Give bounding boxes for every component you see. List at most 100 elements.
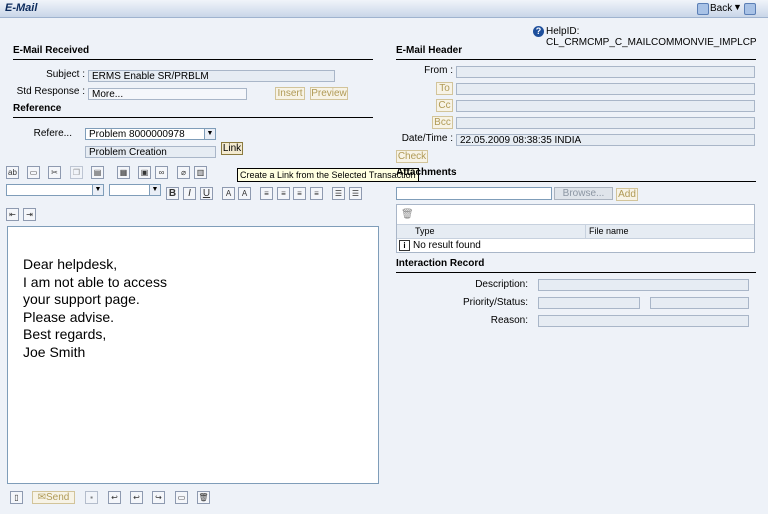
from-label: From : bbox=[424, 65, 453, 76]
align-left-icon[interactable]: ≡ bbox=[260, 187, 273, 200]
column-divider bbox=[585, 225, 586, 238]
cut-icon[interactable]: ✂ bbox=[48, 166, 61, 179]
window-titlebar bbox=[0, 0, 768, 18]
align-center-icon[interactable]: ≡ bbox=[277, 187, 290, 200]
check-button[interactable]: Check bbox=[396, 150, 428, 163]
chevron-down-icon[interactable]: ▼ bbox=[733, 2, 742, 12]
insert-button[interactable]: Insert bbox=[275, 87, 305, 100]
numbered-list-icon[interactable]: ☰ bbox=[332, 187, 345, 200]
column-header-file-name[interactable]: File name bbox=[589, 226, 629, 236]
description-label: Description: bbox=[475, 279, 528, 290]
bcc-field[interactable] bbox=[456, 117, 755, 129]
subject-field[interactable]: ERMS Enable SR/PRBLM bbox=[88, 70, 335, 82]
copy-icon[interactable]: ❐ bbox=[70, 166, 83, 179]
from-field[interactable] bbox=[456, 66, 755, 78]
indent-icon[interactable]: ⇥ bbox=[23, 208, 36, 221]
spell-check-icon[interactable]: ab bbox=[6, 166, 19, 179]
reply-icon[interactable]: ↩ bbox=[108, 491, 121, 504]
interaction-record-title: Interaction Record bbox=[396, 258, 485, 269]
chevron-down-icon[interactable]: ▼ bbox=[149, 185, 160, 195]
create-link-tooltip: Create a Link from the Selected Transact… bbox=[237, 168, 419, 182]
hyperlink-icon[interactable]: ∞ bbox=[155, 166, 168, 179]
section-divider bbox=[13, 117, 373, 118]
attachments-table-header: Type File name bbox=[397, 224, 754, 239]
section-divider bbox=[396, 59, 756, 60]
std-response-value: More... bbox=[92, 89, 124, 100]
email-received-title: E-Mail Received bbox=[13, 45, 90, 56]
info-icon: i bbox=[399, 240, 410, 251]
body-line: Best regards, bbox=[23, 326, 107, 342]
attachment-file-input[interactable] bbox=[396, 187, 552, 200]
reference-title: Reference bbox=[13, 103, 62, 114]
datetime-field: 22.05.2009 08:38:35 INDIA bbox=[456, 134, 755, 146]
bold-icon[interactable]: B bbox=[166, 187, 179, 200]
chevron-down-icon[interactable]: ▼ bbox=[92, 185, 103, 195]
chevron-down-icon[interactable]: ▼ bbox=[204, 129, 215, 139]
cc-button[interactable]: Cc bbox=[436, 99, 453, 112]
status-select[interactable] bbox=[650, 297, 749, 309]
highlight-color-icon[interactable]: A bbox=[238, 187, 251, 200]
delete-icon[interactable]: 🗑 bbox=[401, 209, 414, 220]
body-line: I am not able to access bbox=[23, 273, 167, 290]
reference-description-field: Problem Creation bbox=[85, 146, 216, 158]
section-divider bbox=[13, 59, 373, 60]
paste-icon[interactable]: ▤ bbox=[91, 166, 104, 179]
italic-icon[interactable]: I bbox=[183, 187, 196, 200]
body-line: Please advise. bbox=[23, 308, 115, 325]
font-color-icon[interactable]: A bbox=[222, 187, 235, 200]
preview-button[interactable]: Preview bbox=[310, 87, 348, 100]
send-label: Send bbox=[46, 492, 70, 503]
justify-icon[interactable]: ≡ bbox=[310, 187, 323, 200]
insert-image-icon[interactable]: ▣ bbox=[138, 166, 151, 179]
print-icon[interactable]: ▭ bbox=[175, 491, 188, 504]
reason-select[interactable] bbox=[538, 315, 749, 327]
window-title: E-Mail bbox=[5, 2, 38, 14]
delete-icon[interactable]: 🗑 bbox=[197, 491, 210, 504]
back-button[interactable]: Back bbox=[710, 3, 732, 14]
forward-icon[interactable]: ↪ bbox=[152, 491, 165, 504]
description-field[interactable] bbox=[538, 279, 749, 291]
underline-icon[interactable]: U bbox=[200, 187, 213, 200]
body-line: Joe Smith bbox=[23, 343, 86, 360]
to-button[interactable]: To bbox=[436, 82, 453, 95]
column-header-type[interactable]: Type bbox=[415, 226, 435, 236]
font-family-select[interactable]: ▼ bbox=[6, 184, 104, 196]
attachments-table: 🗑 Type File name i No result found bbox=[396, 204, 755, 253]
new-email-icon[interactable]: ▯ bbox=[10, 491, 23, 504]
email-body-editor[interactable]: Dear helpdesk, I am not able to access y… bbox=[7, 226, 379, 484]
print-icon[interactable]: ▭ bbox=[27, 166, 40, 179]
insert-text-icon[interactable]: ▦ bbox=[117, 166, 130, 179]
help-id-text: HelpID: CL_CRMCMP_C_MAILCOMMONVIE_IMPLCP bbox=[546, 26, 757, 48]
std-response-field[interactable]: More... bbox=[88, 88, 247, 100]
body-line: your support page. bbox=[23, 291, 140, 307]
window-menu-icon[interactable] bbox=[744, 3, 756, 15]
bullet-list-icon[interactable]: ☰ bbox=[349, 187, 362, 200]
bcc-button[interactable]: Bcc bbox=[432, 116, 453, 129]
save-icon[interactable]: ▪ bbox=[85, 491, 98, 504]
cc-field[interactable] bbox=[456, 100, 755, 112]
email-header-title: E-Mail Header bbox=[396, 45, 463, 56]
section-divider bbox=[396, 272, 756, 273]
attachment-icon[interactable]: ⌀ bbox=[177, 166, 190, 179]
font-size-select[interactable]: ▼ bbox=[109, 184, 161, 196]
send-icon: ✉ bbox=[37, 492, 47, 503]
browse-button[interactable]: Browse... bbox=[554, 187, 613, 200]
help-icon[interactable]: ? bbox=[533, 26, 544, 37]
link-button[interactable]: Link bbox=[221, 142, 243, 155]
align-right-icon[interactable]: ≡ bbox=[293, 187, 306, 200]
add-button[interactable]: Add bbox=[616, 188, 638, 201]
section-divider bbox=[396, 181, 756, 182]
to-field[interactable] bbox=[456, 83, 755, 95]
back-icon[interactable] bbox=[697, 3, 709, 15]
outdent-icon[interactable]: ⇤ bbox=[6, 208, 19, 221]
send-button[interactable]: ✉Send bbox=[32, 491, 75, 504]
subject-label: Subject : bbox=[46, 69, 85, 80]
reference-select[interactable]: Problem 8000000978 ▼ bbox=[85, 128, 216, 140]
create-link-icon[interactable]: ▥ bbox=[194, 166, 207, 179]
reply-all-icon[interactable]: ↩ bbox=[130, 491, 143, 504]
attachments-title: Attachments bbox=[396, 167, 457, 178]
priority-status-label: Priority/Status: bbox=[462, 297, 528, 308]
priority-select[interactable] bbox=[538, 297, 640, 309]
reference-value: Problem 8000000978 bbox=[89, 129, 185, 140]
reason-label: Reason: bbox=[490, 315, 528, 326]
